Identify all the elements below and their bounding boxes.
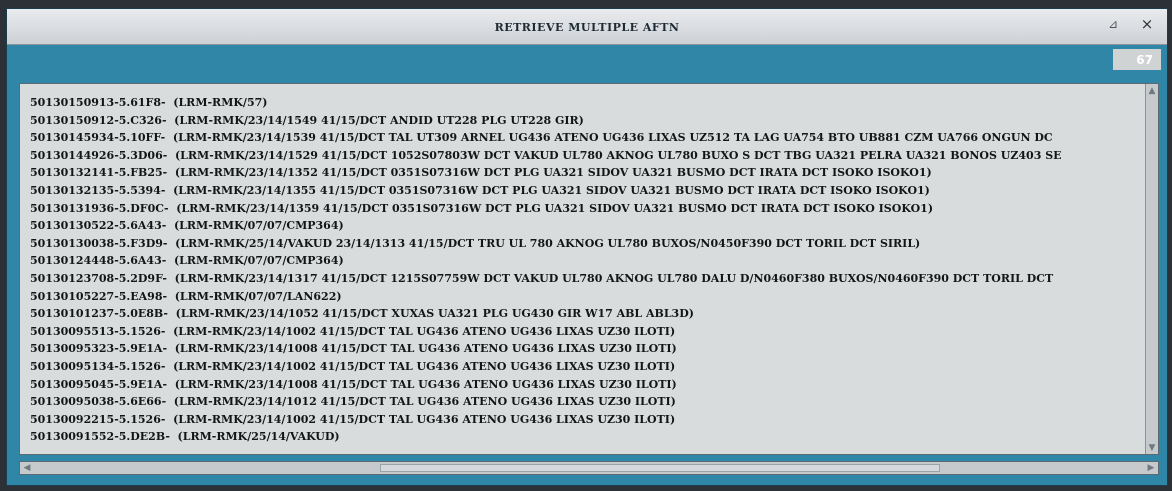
message-row[interactable]: 50130095134-5.1526- (LRM-RMK/23/14/1002 … bbox=[30, 358, 1140, 376]
retrieve-window: RETRIEVE MULTIPLE AFTN ⊿ × 67 5013015091… bbox=[6, 8, 1168, 486]
title-bar[interactable]: RETRIEVE MULTIPLE AFTN ⊿ × bbox=[7, 9, 1167, 45]
scroll-right-icon[interactable]: ▶ bbox=[1144, 462, 1158, 474]
message-rows: 50130150913-5.61F8- (LRM-RMK/57) 50130150… bbox=[30, 94, 1140, 449]
message-row[interactable]: 50130145934-5.10FF- (LRM-RMK/23/14/1539 … bbox=[30, 129, 1140, 147]
message-count-badge: 67 bbox=[1113, 49, 1161, 70]
message-row[interactable]: 50130132135-5.5394- (LRM-RMK/23/14/1355 … bbox=[30, 182, 1140, 200]
message-row[interactable]: 50130095323-5.9E1A- (LRM-RMK/23/14/1008 … bbox=[30, 340, 1140, 358]
message-list[interactable]: 50130150913-5.61F8- (LRM-RMK/57) 50130150… bbox=[19, 83, 1159, 455]
close-icon[interactable]: × bbox=[1131, 12, 1163, 36]
message-row[interactable]: 50130130522-5.6A43- (LRM-RMK/07/07/CMP36… bbox=[30, 217, 1140, 235]
horizontal-scroll-thumb[interactable] bbox=[380, 464, 940, 472]
scroll-down-icon[interactable]: ▼ bbox=[1146, 441, 1158, 454]
vertical-scrollbar[interactable]: ▲ ▼ bbox=[1145, 84, 1158, 454]
message-row[interactable]: 50130124448-5.6A43- (LRM-RMK/07/07/CMP36… bbox=[30, 252, 1140, 270]
message-row[interactable]: 50130095038-5.6E66- (LRM-RMK/23/14/1012 … bbox=[30, 393, 1140, 411]
message-row[interactable]: 50130091552-5.DE2B- (LRM-RMK/25/14/VAKUD… bbox=[30, 428, 1140, 446]
restore-icon[interactable]: ⊿ bbox=[1097, 12, 1129, 36]
scroll-left-icon[interactable]: ◀ bbox=[20, 462, 34, 474]
message-row[interactable]: 50130150912-5.C326- (LRM-RMK/23/14/1549 … bbox=[30, 112, 1140, 130]
window-title: RETRIEVE MULTIPLE AFTN bbox=[494, 21, 680, 34]
message-row[interactable]: 50130130038-5.F3D9- (LRM-RMK/25/14/VAKUD… bbox=[30, 235, 1140, 253]
message-row[interactable]: 50130131936-5.DF0C- (LRM-RMK/23/14/1359 … bbox=[30, 200, 1140, 218]
scroll-up-icon[interactable]: ▲ bbox=[1146, 84, 1158, 97]
message-row[interactable]: 50130123708-5.2D9F- (LRM-RMK/23/14/1317 … bbox=[30, 270, 1140, 288]
message-row[interactable]: 50130150913-5.61F8- (LRM-RMK/57) bbox=[30, 94, 1140, 112]
message-row[interactable]: 50130144926-5.3D06- (LRM-RMK/23/14/1529 … bbox=[30, 147, 1140, 165]
message-row[interactable]: 50130092215-5.1526- (LRM-RMK/23/14/1002 … bbox=[30, 411, 1140, 429]
message-row[interactable]: 50130132141-5.FB25- (LRM-RMK/23/14/1352 … bbox=[30, 164, 1140, 182]
horizontal-scrollbar[interactable]: ◀ ▶ bbox=[19, 461, 1159, 475]
message-row[interactable]: 50130095045-5.9E1A- (LRM-RMK/23/14/1008 … bbox=[30, 376, 1140, 394]
message-row[interactable]: 50130095513-5.1526- (LRM-RMK/23/14/1002 … bbox=[30, 323, 1140, 341]
message-row[interactable]: 50130105227-5.EA98- (LRM-RMK/07/07/LAN62… bbox=[30, 288, 1140, 306]
message-row[interactable]: 50130101237-5.0E8B- (LRM-RMK/23/14/1052 … bbox=[30, 305, 1140, 323]
